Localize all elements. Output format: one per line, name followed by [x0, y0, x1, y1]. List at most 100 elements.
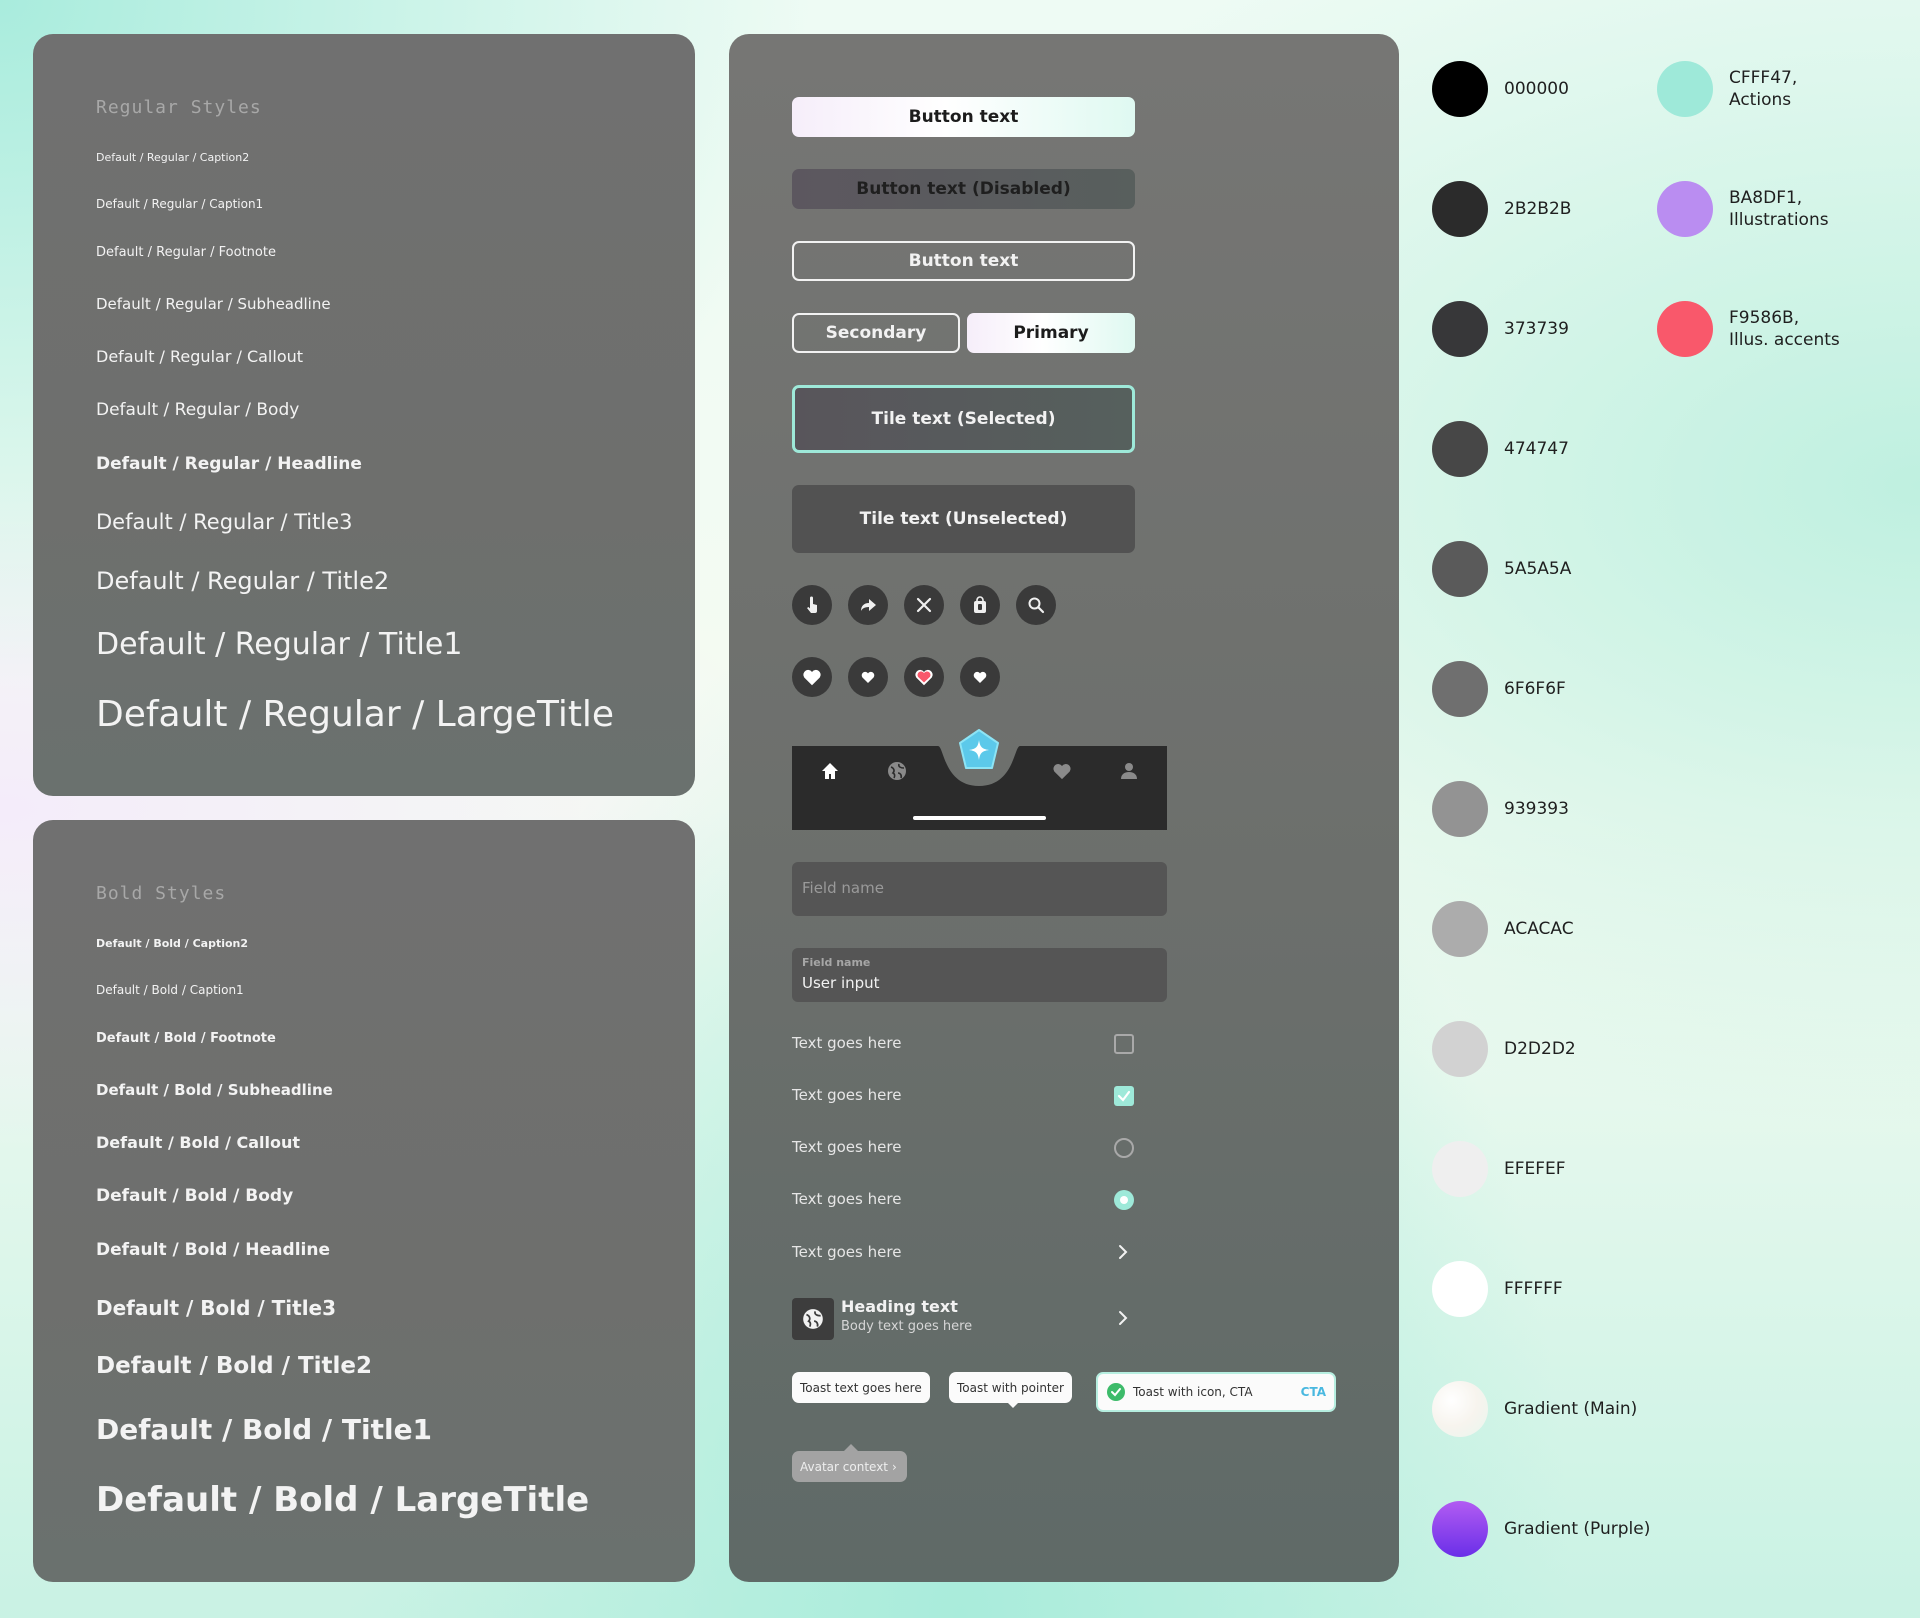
radio-unselected[interactable]: [1114, 1138, 1134, 1158]
chevron-right-icon: ›: [892, 1459, 897, 1474]
color-swatch: [1432, 1501, 1488, 1557]
heart-large-icon[interactable]: [792, 657, 832, 697]
list-item-label: Text goes here: [792, 1138, 902, 1156]
type-sample-headline: Default / Regular / Headline: [96, 454, 362, 474]
tab-bar: [792, 729, 1167, 830]
toast-text: Toast with pointer: [957, 1380, 1064, 1395]
type-sample-title1: Default / Regular / Title1: [96, 627, 463, 662]
type-sample-callout: Default / Bold / Callout: [96, 1133, 301, 1152]
field-placeholder: Field name: [802, 879, 884, 897]
color-label: 373739: [1504, 319, 1569, 339]
tile-unselected[interactable]: Tile text (Unselected): [792, 485, 1135, 553]
checkbox-checked[interactable]: [1114, 1086, 1134, 1106]
toast-pointer: [1006, 1401, 1020, 1408]
type-sample-largetitle: Default / Bold / LargeTitle: [96, 1480, 590, 1520]
section-title: Bold Styles: [96, 883, 227, 904]
type-sample-headline: Default / Bold / Headline: [96, 1240, 330, 1260]
toast-text: Toast with icon, CTA: [1133, 1385, 1253, 1399]
type-sample-title3: Default / Bold / Title3: [96, 1296, 337, 1320]
color-label: 939393: [1504, 799, 1569, 819]
disabled-button: Button text (Disabled): [792, 169, 1135, 209]
type-sample-callout: Default / Regular / Callout: [96, 347, 304, 366]
person-icon[interactable]: [1119, 760, 1139, 786]
type-sample-subheadline: Default / Bold / Subheadline: [96, 1081, 333, 1099]
type-sample-caption1: Default / Bold / Caption1: [96, 983, 244, 997]
color-label: D2D2D2: [1504, 1039, 1576, 1059]
color-swatch: [1432, 541, 1488, 597]
color-swatch: [1432, 301, 1488, 357]
toast-with-pointer: Toast with pointer: [949, 1372, 1072, 1403]
secondary-button[interactable]: Secondary: [792, 313, 960, 353]
outline-button[interactable]: Button text: [792, 241, 1135, 281]
type-sample-subheadline: Default / Regular / Subheadline: [96, 295, 331, 313]
type-sample-body: Default / Bold / Body: [96, 1186, 294, 1206]
sparkle-icon[interactable]: [956, 728, 1002, 778]
color-label: EFEFEF: [1504, 1159, 1566, 1179]
primary-button[interactable]: Button text: [792, 97, 1135, 137]
field-label: Field name: [802, 956, 871, 969]
radio-selected[interactable]: [1114, 1190, 1134, 1210]
list-item-label: Text goes here: [792, 1086, 902, 1104]
type-sample-title2: Default / Bold / Title2: [96, 1353, 373, 1379]
toast: Toast text goes here: [792, 1372, 930, 1403]
type-sample-title2: Default / Regular / Title2: [96, 567, 390, 595]
color-swatch: [1432, 61, 1488, 117]
primary-small-button[interactable]: Primary: [967, 313, 1135, 353]
home-icon[interactable]: [819, 760, 841, 786]
tooltip-pointer: [844, 1444, 858, 1451]
list-heading: Heading text: [841, 1297, 958, 1316]
close-icon[interactable]: [904, 585, 944, 625]
color-label: BA8DF1, Illustrations: [1729, 187, 1829, 231]
color-swatch: [1432, 781, 1488, 837]
color-label: Gradient (Main): [1504, 1399, 1638, 1419]
color-usage: Illus. accents: [1729, 330, 1840, 350]
field-value: User input: [802, 974, 880, 992]
type-sample-footnote: Default / Regular / Footnote: [96, 245, 276, 260]
text-field-filled[interactable]: Field name User input: [792, 948, 1167, 1002]
color-label: 2B2B2B: [1504, 199, 1572, 219]
checkbox-unchecked[interactable]: [1114, 1034, 1134, 1054]
color-label: 474747: [1504, 439, 1569, 459]
bold-styles-panel: Bold Styles Default / Bold / Caption2 De…: [33, 820, 695, 1582]
list-item-label: Text goes here: [792, 1190, 902, 1208]
color-swatch: [1432, 901, 1488, 957]
color-swatch: [1432, 1381, 1488, 1437]
globe-icon[interactable]: [886, 760, 908, 786]
globe-icon: [792, 1298, 834, 1340]
check-circle-icon: [1106, 1382, 1126, 1402]
heart-icon[interactable]: [1051, 761, 1073, 785]
components-panel: Button text Button text (Disabled) Butto…: [729, 34, 1399, 1582]
heart-small-icon[interactable]: [848, 657, 888, 697]
chevron-right-icon[interactable]: [1117, 1243, 1129, 1265]
color-swatch: [1657, 61, 1713, 117]
avatar-context-label: Avatar context: [800, 1459, 888, 1474]
avatar-context-chip[interactable]: Avatar context ›: [792, 1451, 907, 1482]
section-title: Regular Styles: [96, 97, 262, 118]
tile-selected[interactable]: Tile text (Selected): [792, 385, 1135, 453]
color-usage: Actions: [1729, 90, 1792, 110]
text-field-empty[interactable]: Field name: [792, 862, 1167, 916]
list-item-label: Text goes here: [792, 1034, 902, 1052]
color-swatch: [1657, 181, 1713, 237]
color-hex: BA8DF1,: [1729, 188, 1803, 208]
color-hex: CFFF47,: [1729, 68, 1798, 88]
color-label: 6F6F6F: [1504, 679, 1566, 699]
color-usage: Illustrations: [1729, 210, 1829, 230]
color-hex: F9586B,: [1729, 308, 1800, 328]
search-icon[interactable]: [1016, 585, 1056, 625]
toast-cta-link[interactable]: CTA: [1301, 1385, 1326, 1399]
color-label: CFFF47, Actions: [1729, 67, 1797, 111]
chevron-right-icon[interactable]: [1117, 1309, 1129, 1331]
type-sample-title3: Default / Regular / Title3: [96, 510, 353, 534]
color-swatch: [1657, 301, 1713, 357]
type-sample-caption1: Default / Regular / Caption1: [96, 197, 264, 211]
share-icon[interactable]: [848, 585, 888, 625]
heart-filled-red-icon[interactable]: [904, 657, 944, 697]
type-sample-caption2: Default / Bold / Caption2: [96, 937, 249, 950]
color-swatch: [1432, 661, 1488, 717]
bag-icon[interactable]: [960, 585, 1000, 625]
tap-icon[interactable]: [792, 585, 832, 625]
list-body: Body text goes here: [841, 1319, 973, 1334]
heart-small-icon[interactable]: [960, 657, 1000, 697]
type-sample-body: Default / Regular / Body: [96, 400, 300, 420]
